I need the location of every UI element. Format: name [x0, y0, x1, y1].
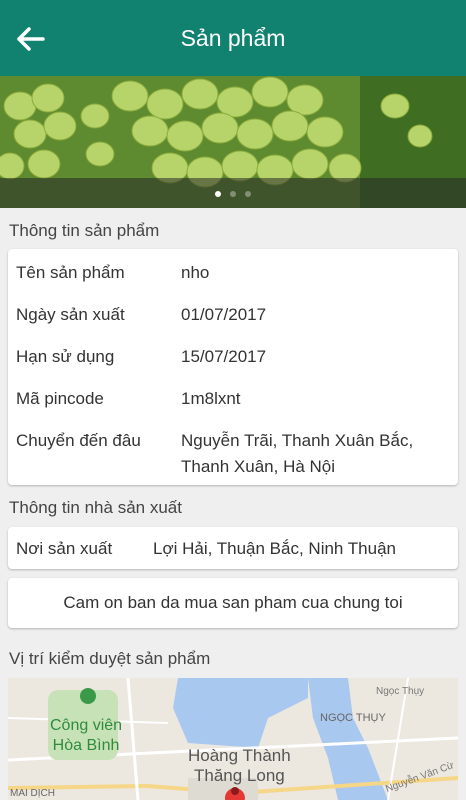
row-value: Lợi Hải, Thuận Bắc, Ninh Thuận — [153, 539, 396, 558]
row-label: Chuyển đến đâu — [16, 431, 141, 450]
product-info-card: Tên sản phẩm nho Ngày sản xuất 01/07/201… — [8, 249, 458, 485]
producer-info-heading: Thông tin nhà sản xuất — [9, 498, 182, 517]
producer-info-card: Nơi sản xuất Lợi Hải, Thuận Bắc, Ninh Th… — [8, 527, 458, 569]
row-label: Tên sản phẩm — [16, 263, 125, 282]
row-value: 01/07/2017 — [181, 305, 267, 324]
map-label-citadel: Hoàng Thành Thăng Long — [188, 746, 291, 785]
carousel-indicator-bar — [0, 178, 466, 208]
map-heading: Vị trí kiểm duyệt sản phẩm — [9, 649, 211, 668]
product-info-heading: Thông tin sản phẩm — [9, 221, 160, 240]
app-bar: Sản phẩm — [0, 0, 466, 76]
carousel-dot-2[interactable] — [230, 191, 236, 197]
map-label-mai-dich: MAI DỊCH — [10, 788, 55, 799]
row-value: nho — [181, 263, 210, 282]
carousel-dot-3[interactable] — [245, 191, 251, 197]
map-label-park: Công viên Hòa Bình — [50, 717, 123, 754]
row-label: Hạn sử dụng — [16, 347, 115, 366]
map-label-ngoc-thuy-small: Ngọc Thụy — [376, 686, 425, 697]
row-value: 15/07/2017 — [181, 347, 267, 366]
product-image-carousel[interactable] — [0, 76, 466, 208]
page-title: Sản phẩm — [180, 25, 286, 51]
inspection-location-map[interactable]: Công viên Hòa Bình Hoàng Thành Thăng Lon… — [8, 678, 458, 800]
map-label-ngoc-thuy: NGỌC THỤY — [320, 712, 386, 724]
row-value: 1m8lxnt — [181, 389, 241, 408]
thank-you-card[interactable]: Cam on ban da mua san pham cua chung toi — [8, 578, 458, 628]
row-value: Nguyễn Trãi, Thanh Xuân Bắc, Thanh Xuân,… — [181, 431, 414, 476]
row-label: Mã pincode — [16, 389, 104, 408]
row-label: Nơi sản xuất — [16, 539, 113, 558]
carousel-dot-1[interactable] — [215, 191, 221, 197]
row-label: Ngày sản xuất — [16, 305, 125, 324]
